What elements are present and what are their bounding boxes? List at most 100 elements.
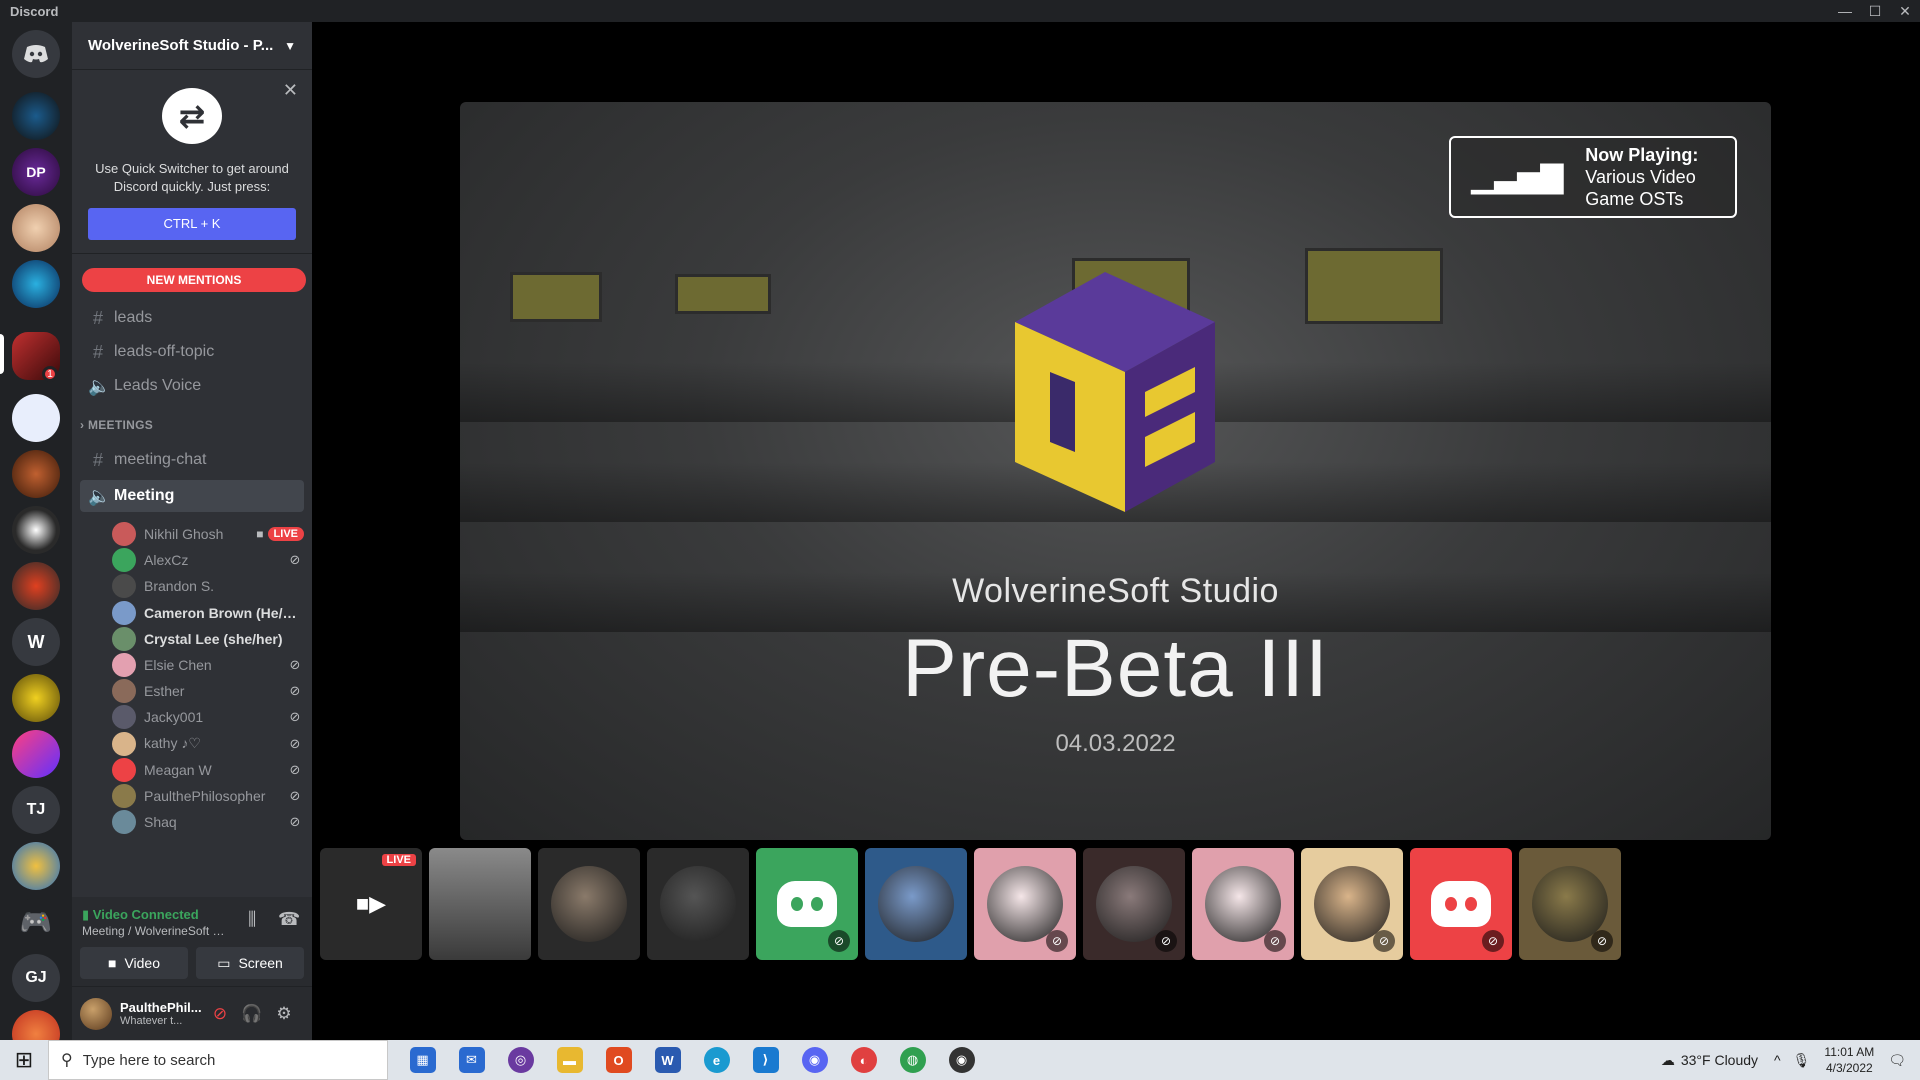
date: 4/3/2022	[1825, 1061, 1873, 1075]
folder-icon[interactable]: ▬	[545, 1040, 594, 1080]
server-initials: GJ	[25, 969, 47, 986]
microphone-muted-icon[interactable]: ⊘	[204, 1004, 236, 1024]
category-label: MEETINGS	[87, 418, 154, 432]
user-names[interactable]: PaulthePhil... Whatever t...	[120, 1000, 204, 1027]
taskbar-search[interactable]: ⚲ Type here to search	[48, 1040, 388, 1080]
server-icon[interactable]	[12, 450, 60, 498]
video-button[interactable]: ■ Video	[80, 947, 188, 979]
screen-share-button[interactable]: ▭ Screen	[196, 947, 304, 979]
channel-leads[interactable]: # leads	[80, 302, 304, 334]
voice-member[interactable]: Cameron Brown (He/Hi...	[112, 599, 304, 627]
server-header[interactable]: WolverineSoft Studio - P... ▼	[72, 22, 312, 70]
participant-tile[interactable]: ■▶ LIVE	[320, 848, 422, 960]
server-icon[interactable]	[12, 562, 60, 610]
github-icon[interactable]: ◎	[496, 1040, 545, 1080]
channel-meeting-chat[interactable]: # meeting-chat	[80, 444, 304, 476]
category-meetings[interactable]: › MEETINGS	[80, 418, 153, 432]
event-date: 04.03.2022	[1055, 730, 1176, 757]
server-icon[interactable]: GJ	[12, 954, 60, 1002]
discord-home-icon[interactable]	[12, 30, 60, 78]
voice-member[interactable]: Nikhil Ghosh ■ LIVE	[112, 520, 304, 548]
word-icon[interactable]: W	[643, 1040, 692, 1080]
microphone-icon[interactable]: 🎙	[1793, 1052, 1811, 1069]
office-icon[interactable]: O	[594, 1040, 643, 1080]
new-mentions-bar[interactable]: NEW MENTIONS	[82, 268, 306, 292]
store-icon[interactable]: ▦	[398, 1040, 447, 1080]
time: 11:01 AM	[1824, 1045, 1875, 1059]
windows-start-icon[interactable]: ⊞	[0, 1047, 48, 1073]
server-icon[interactable]: TJ	[12, 786, 60, 834]
participant-tile[interactable]: ⊘	[974, 848, 1076, 960]
chevron-up-icon[interactable]: ^	[1774, 1052, 1781, 1068]
shortcut-button[interactable]: CTRL + K	[88, 208, 296, 240]
channel-label: meeting-chat	[114, 451, 207, 468]
channel-meeting[interactable]: 🔈 Meeting	[80, 480, 304, 512]
discord-taskbar-icon[interactable]: ◉	[790, 1040, 839, 1080]
participant-tile[interactable]	[538, 848, 640, 960]
discord-logo-icon	[1431, 881, 1491, 927]
app-icon[interactable]: ◐	[839, 1040, 888, 1080]
channel-leads-off-topic[interactable]: # leads-off-topic	[80, 336, 304, 368]
audio-bars-icon: ▁▃▅▇	[1471, 160, 1564, 194]
close-icon[interactable]: ✕	[283, 80, 298, 101]
live-badge: LIVE	[381, 854, 416, 866]
participant-tile[interactable]	[865, 848, 967, 960]
participant-tile[interactable]: ⊘	[1192, 848, 1294, 960]
voice-member[interactable]: kathy ♪♡ ⊘	[112, 730, 304, 758]
server-icon[interactable]	[12, 842, 60, 890]
disconnect-icon[interactable]: ☎	[278, 909, 300, 930]
member-name: AlexCz	[144, 552, 189, 569]
voice-location[interactable]: Meeting / WolverineSoft St...	[82, 924, 232, 938]
video-tile[interactable]	[429, 848, 531, 960]
chrome-icon[interactable]: ◍	[888, 1040, 937, 1080]
gamepad-icon[interactable]: 🎮	[12, 898, 60, 946]
server-icon[interactable]	[12, 506, 60, 554]
participant-tile[interactable]: ⊘	[1519, 848, 1621, 960]
avatar	[112, 784, 136, 808]
vscode-icon[interactable]: ⟩	[741, 1040, 790, 1080]
server-icon[interactable]: DP	[12, 148, 60, 196]
gear-icon[interactable]: ⚙	[268, 1004, 300, 1024]
voice-member[interactable]: Crystal Lee (she/her)	[112, 625, 304, 653]
server-icon[interactable]	[12, 730, 60, 778]
edge-icon[interactable]: e	[692, 1040, 741, 1080]
close-window-icon[interactable]: ✕	[1890, 3, 1920, 20]
server-icon[interactable]	[12, 92, 60, 140]
notification-icon[interactable]: 🗨	[1888, 1052, 1906, 1069]
participant-tile[interactable]	[647, 848, 749, 960]
voice-member[interactable]: Brandon S.	[112, 572, 304, 600]
participant-tile[interactable]: ⊘	[1410, 848, 1512, 960]
voice-member[interactable]: Meagan W ⊘	[112, 756, 304, 784]
muted-icon: ⊘	[1046, 930, 1068, 952]
avatar[interactable]	[80, 997, 112, 1030]
clock[interactable]: 11:01 AM 4/3/2022	[1824, 1044, 1874, 1076]
stream-view[interactable]: ▁▃▅▇ Now Playing: Various Video Game OST…	[460, 102, 1771, 840]
server-icon[interactable]	[12, 394, 60, 442]
server-icon[interactable]	[12, 674, 60, 722]
server-icon[interactable]	[12, 260, 60, 308]
window-titlebar: Discord — ☐ ✕	[0, 0, 1920, 22]
search-placeholder: Type here to search	[82, 1051, 216, 1069]
muted-icon: ⊘	[1482, 930, 1504, 952]
voice-member[interactable]: Elsie Chen ⊘	[112, 651, 304, 679]
voice-member[interactable]: Shaq ⊘	[112, 808, 304, 836]
noise-suppression-icon[interactable]: ⫼	[248, 909, 256, 930]
participant-tile[interactable]: ⊘	[756, 848, 858, 960]
voice-member[interactable]: PaulthePhilosopher ⊘	[112, 782, 304, 810]
weather-text[interactable]: 33°F Cloudy	[1681, 1052, 1758, 1068]
voice-status-label: Video Connected	[92, 907, 199, 922]
mail-icon[interactable]: ✉	[447, 1040, 496, 1080]
obs-icon[interactable]: ◉	[937, 1040, 986, 1080]
server-icon[interactable]	[12, 204, 60, 252]
channel-leads-voice[interactable]: 🔈 Leads Voice	[80, 370, 304, 402]
participant-tile[interactable]: ⊘	[1083, 848, 1185, 960]
headphones-icon[interactable]: 🎧	[236, 1004, 268, 1024]
voice-member[interactable]: Esther ⊘	[112, 677, 304, 705]
avatar	[112, 548, 136, 573]
minimize-icon[interactable]: —	[1830, 3, 1860, 20]
maximize-icon[interactable]: ☐	[1860, 3, 1890, 20]
server-icon[interactable]: W	[12, 618, 60, 666]
voice-member[interactable]: AlexCz ⊘	[112, 546, 304, 574]
participant-tile[interactable]: ⊘	[1301, 848, 1403, 960]
voice-member[interactable]: Jacky001 ⊘	[112, 703, 304, 731]
